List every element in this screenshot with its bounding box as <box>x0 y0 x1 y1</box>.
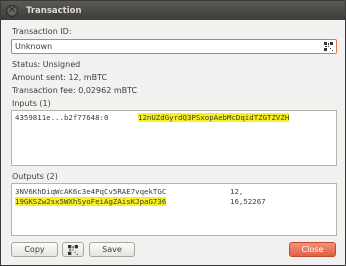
transaction-id-field[interactable]: Unknown <box>11 39 337 54</box>
inputs-label: Inputs (1) <box>12 99 51 108</box>
save-button-label: Save <box>102 245 122 254</box>
amount-sent-text: Amount sent: 12, mBTC <box>12 73 108 82</box>
outputs-label: Outputs (2) <box>12 172 58 181</box>
transaction-id-value: Unknown <box>15 42 53 51</box>
qr-code-icon[interactable] <box>324 42 333 51</box>
status-text: Status: Unsigned <box>12 60 81 69</box>
output-amount: 16,52267 <box>230 197 266 206</box>
copy-button-label: Copy <box>24 245 45 254</box>
window-title: Transaction <box>26 5 82 16</box>
close-icon: × <box>8 5 16 15</box>
output-amount: 12, <box>230 187 244 196</box>
input-address: 12nUZdGyrdQ3PSxopAebMcDqidTZGTZVZH <box>138 113 290 122</box>
inputs-list[interactable]: 4359811e...b2f77648:0 12nUZdGyrdQ3PSxopA… <box>11 110 337 166</box>
transaction-id-label: Transaction ID: <box>12 27 72 36</box>
window-close-button[interactable]: × <box>6 4 18 17</box>
transaction-fee-text: Transaction fee: 0,02962 mBTC <box>12 86 138 95</box>
show-qr-button[interactable] <box>62 242 84 257</box>
outputs-list[interactable]: 3NV6KhDiqWcAK6c3e4PqCv5RAE7vqekTGC 12, 1… <box>11 183 337 236</box>
input-prevout: 4359811e...b2f77648:0 <box>15 113 109 122</box>
output-address: 3NV6KhDiqWcAK6c3e4PqCv5RAE7vqekTGC <box>15 187 167 196</box>
output-row: 19GKSZw2sx5WXhSyoFeiAgZAisKJpaG736 <box>15 197 167 206</box>
save-button[interactable]: Save <box>89 242 135 257</box>
output-address: 19GKSZw2sx5WXhSyoFeiAgZAisKJpaG736 <box>15 197 167 206</box>
title-bar: × Transaction <box>1 1 345 20</box>
qr-code-icon <box>68 244 78 255</box>
copy-button[interactable]: Copy <box>11 242 58 257</box>
close-button[interactable]: Close <box>289 242 336 257</box>
input-row: 4359811e...b2f77648:0 <box>15 113 108 122</box>
output-row: 3NV6KhDiqWcAK6c3e4PqCv5RAE7vqekTGC <box>15 187 166 196</box>
transaction-dialog: × Transaction Transaction ID: Unknown St… <box>0 0 346 266</box>
close-button-label: Close <box>301 245 324 254</box>
